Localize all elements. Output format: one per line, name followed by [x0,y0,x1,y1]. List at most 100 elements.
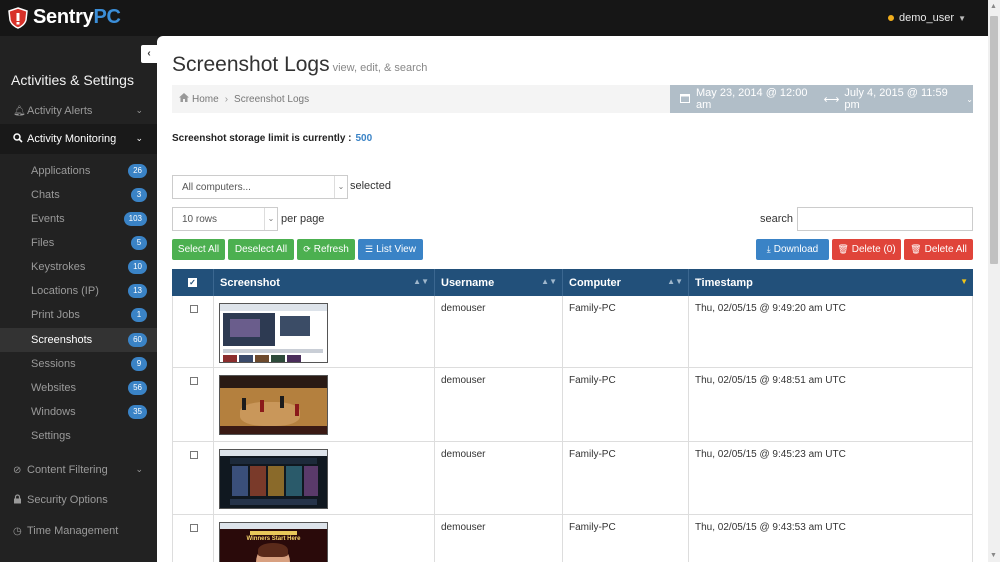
sort-desc-icon: ▼ [960,277,968,286]
sort-icon: ▲▼ [541,277,557,286]
screenshot-thumbnail[interactable] [219,303,328,363]
column-header-timestamp[interactable]: Timestamp ▼ [689,269,973,296]
screenshot-thumbnail[interactable] [219,375,328,435]
sidebar-item-print-jobs[interactable]: Print Jobs 1 [0,303,157,327]
top-bar: SentryPC demo_user ▼ [0,0,988,36]
chevron-down-icon: ⌄ [135,105,143,115]
sidebar-item-events[interactable]: Events 103 [0,207,157,231]
computer-cell: Family-PC [563,368,689,441]
sidebar-item-chats[interactable]: Chats 3 [0,183,157,207]
bell-icon: 🔔︎ [13,105,26,117]
computer-select[interactable]: All computers... ⌄ [172,175,348,199]
timestamp-cell: Thu, 02/05/15 @ 9:43:53 am UTC [689,515,973,562]
sidebar-item-files[interactable]: Files 5 [0,231,157,255]
sidebar-item-activity-monitoring[interactable]: Activity Monitoring ⌄ [0,124,157,154]
row-checkbox[interactable] [190,451,198,459]
screenshot-thumbnail[interactable]: Winners Start Here [219,522,328,562]
trash-icon: 🗑︎ [837,244,849,254]
rows-per-page-select[interactable]: 10 rows ⌄ [172,207,278,231]
chevron-down-icon: ▼ [958,13,966,23]
column-header-username[interactable]: Username ▲▼ [435,269,563,296]
sidebar-item-windows[interactable]: Windows 35 [0,400,157,424]
breadcrumb-home-link[interactable]: Home [192,94,219,105]
search-icon [13,132,27,146]
sidebar-item-keystrokes[interactable]: Keystrokes 10 [0,255,157,279]
download-button[interactable]: ⤓ Download [756,239,829,260]
table-row[interactable]: demouser Family-PC Thu, 02/05/15 @ 9:48:… [172,368,973,442]
download-icon: ⤓ [766,244,771,254]
table-row[interactable]: demouser Family-PC Thu, 02/05/15 @ 9:45:… [172,442,973,515]
scroll-up-icon[interactable]: ▲ [990,3,997,10]
sidebar-item-content-filtering[interactable]: ⊘ Content Filtering ⌄ [0,455,157,485]
date-to: July 4, 2015 @ 11:59 pm [844,87,948,111]
date-from: May 23, 2014 @ 12:00 am [696,87,808,111]
column-header-screenshot[interactable]: Screenshot ▲▼ [214,269,435,296]
chevron-down-icon: ⌄ [135,464,143,474]
sidebar-item-time-management[interactable]: ◷ Time Management [0,516,157,546]
count-badge: 56 [128,381,147,395]
row-checkbox[interactable] [190,305,198,313]
date-range-picker[interactable]: May 23, 2014 @ 12:00 am ⟷ July 4, 2015 @… [670,85,973,113]
refresh-icon: ⟳ [303,244,311,254]
sidebar-item-screenshots[interactable]: Screenshots 60 [0,328,157,352]
deselect-all-button[interactable]: Deselect All [228,239,294,260]
count-badge: 10 [128,260,147,274]
sidebar-heading: Activities & Settings [11,72,134,88]
select-all-checkbox[interactable]: ✓ [172,269,214,296]
count-badge: 60 [128,333,147,347]
username-label: demo_user [899,12,955,24]
storage-limit-value: 500 [355,133,373,144]
list-view-button[interactable]: ☰ List View [358,239,423,260]
breadcrumb: Home › Screenshot Logs [172,85,670,113]
list-icon: ☰ [365,244,374,254]
scrollbar-thumb[interactable] [990,16,998,264]
clock-icon: ◷ [13,525,22,537]
chevron-down-icon: ⌄ [264,208,277,230]
sidebar-item-activity-alerts[interactable]: 🔔︎ Activity Alerts ⌄ [0,96,157,126]
row-checkbox[interactable] [190,377,198,385]
screenshot-thumbnail[interactable] [219,449,328,509]
search-input[interactable] [797,207,973,231]
sidebar-item-locations[interactable]: Locations (IP) 13 [0,279,157,303]
user-menu[interactable]: demo_user ▼ [888,12,966,24]
computer-cell: Family-PC [563,442,689,514]
timestamp-cell: Thu, 02/05/15 @ 9:49:20 am UTC [689,296,973,367]
column-header-computer[interactable]: Computer ▲▼ [563,269,689,296]
delete-all-button[interactable]: 🗑︎ Delete All [904,239,973,260]
brand-name: SentryPC [33,6,121,28]
page-subtitle: view, edit, & search [332,62,428,74]
brand-logo[interactable]: SentryPC [8,6,121,29]
select-all-button[interactable]: Select All [172,239,225,260]
chevron-down-icon: ⌄ [135,133,143,143]
table-row[interactable]: demouser Family-PC Thu, 02/05/15 @ 9:49:… [172,296,973,368]
count-badge: 3 [131,188,147,202]
username-cell: demouser [435,442,563,514]
sidebar-item-websites[interactable]: Websites 56 [0,376,157,400]
calendar-icon [680,93,690,106]
sidebar-item-sessions[interactable]: Sessions 9 [0,352,157,376]
count-badge: 5 [131,236,147,250]
main-content: Screenshot Logs view, edit, & search Home… [157,36,988,562]
chevron-down-icon: ⌄ [966,94,973,104]
chevron-right-icon: › [224,93,229,105]
count-badge: 103 [123,212,147,226]
shield-logo-icon [8,6,28,29]
sidebar-item-settings[interactable]: Settings [0,424,157,448]
sort-icon: ▲▼ [413,277,429,286]
sidebar-item-applications[interactable]: Applications 26 [0,159,157,183]
scroll-down-icon[interactable]: ▼ [990,552,997,559]
page-scrollbar[interactable]: ▲ ▼ [988,0,1000,562]
refresh-button[interactable]: ⟳ Refresh [297,239,355,260]
delete-button[interactable]: 🗑︎ Delete (0) [832,239,901,260]
table-row[interactable]: Winners Start Here demouser Family-PC Th… [172,515,973,562]
per-page-label: per page [281,213,325,225]
selected-label: selected [350,180,391,192]
count-badge: 26 [128,164,147,178]
sidebar: Activities & Settings 🔔︎ Activity Alerts… [0,36,157,562]
screenshot-table: ✓ Screenshot ▲▼ Username ▲▼ Computer ▲▼ Tim… [172,269,973,562]
sidebar-item-security-options[interactable]: Security Options [0,485,157,515]
thumbnail-text: Winners Start Here [246,536,301,542]
count-badge: 1 [131,308,147,322]
sidebar-collapse-button[interactable]: ‹ [141,45,157,63]
row-checkbox[interactable] [190,524,198,532]
